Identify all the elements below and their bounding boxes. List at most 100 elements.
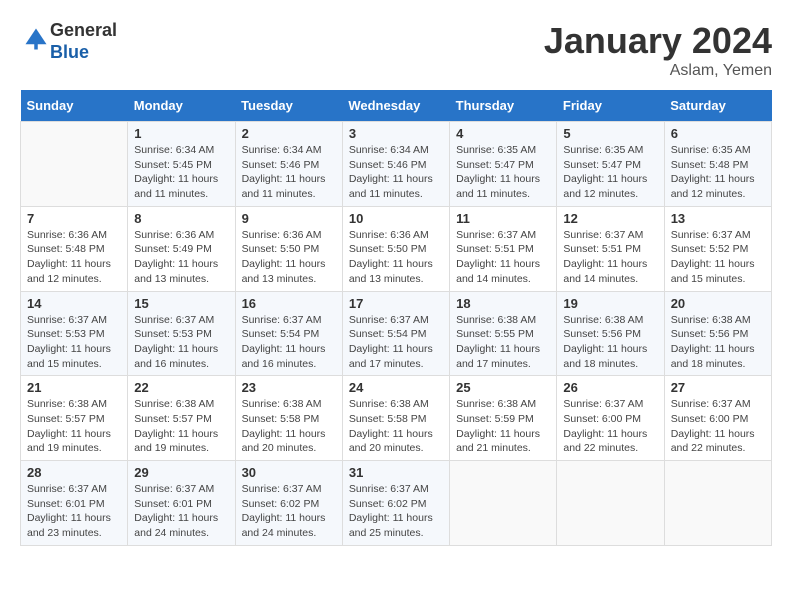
calendar-cell: 5Sunrise: 6:35 AM Sunset: 5:47 PM Daylig… xyxy=(557,122,664,207)
day-info: Sunrise: 6:37 AM Sunset: 6:00 PM Dayligh… xyxy=(563,397,657,456)
weekday-header: Tuesday xyxy=(235,90,342,122)
day-number: 6 xyxy=(671,126,765,141)
weekday-header: Sunday xyxy=(21,90,128,122)
weekday-header: Thursday xyxy=(450,90,557,122)
logo-icon xyxy=(22,25,50,53)
calendar-cell: 19 Sunrise: 6:38 AM Sunset: 5:56 PM Dayli… xyxy=(557,291,664,376)
day-info: Sunrise: 6:37 AM Sunset: 6:01 PM Dayligh… xyxy=(134,482,228,541)
day-number: 11 xyxy=(456,211,550,226)
calendar-cell: 12 Sunrise: 6:37 AM Sunset: 5:51 PM Dayli… xyxy=(557,206,664,291)
day-info: Sunrise: 6:37 AM Sunset: 5:53 PM Dayligh… xyxy=(27,313,121,372)
logo-general-text: General xyxy=(50,20,117,40)
calendar-cell: 23 Sunrise: 6:38 AM Sunset: 5:58 PM Dayli… xyxy=(235,376,342,461)
calendar-cell: 9Sunrise: 6:36 AM Sunset: 5:50 PM Daylig… xyxy=(235,206,342,291)
weekday-header-row: SundayMondayTuesdayWednesdayThursdayFrid… xyxy=(21,90,772,122)
weekday-header: Monday xyxy=(128,90,235,122)
calendar-cell: 1 Sunrise: 6:34 AM Sunset: 5:45 PM Daylig… xyxy=(128,122,235,207)
day-info: Sunrise: 6:36 AM Sunset: 5:49 PM Dayligh… xyxy=(134,228,228,287)
day-number: 19 xyxy=(563,296,657,311)
calendar-cell: 17 Sunrise: 6:37 AM Sunset: 5:54 PM Dayli… xyxy=(342,291,449,376)
day-info: Sunrise: 6:38 AM Sunset: 5:56 PM Dayligh… xyxy=(671,313,765,372)
day-number: 24 xyxy=(349,380,443,395)
day-number: 3 xyxy=(349,126,443,141)
day-info: Sunrise: 6:38 AM Sunset: 5:57 PM Dayligh… xyxy=(27,397,121,456)
calendar-week-row: 14Sunrise: 6:37 AM Sunset: 5:53 PM Dayli… xyxy=(21,291,772,376)
calendar-cell xyxy=(21,122,128,207)
calendar-cell xyxy=(557,461,664,546)
day-info: Sunrise: 6:34 AM Sunset: 5:45 PM Dayligh… xyxy=(134,143,228,202)
day-number: 2 xyxy=(242,126,336,141)
calendar-cell: 10Sunrise: 6:36 AM Sunset: 5:50 PM Dayli… xyxy=(342,206,449,291)
day-number: 17 xyxy=(349,296,443,311)
day-info: Sunrise: 6:37 AM Sunset: 6:01 PM Dayligh… xyxy=(27,482,121,541)
calendar-week-row: 28 Sunrise: 6:37 AM Sunset: 6:01 PM Dayli… xyxy=(21,461,772,546)
day-number: 20 xyxy=(671,296,765,311)
day-info: Sunrise: 6:37 AM Sunset: 5:53 PM Dayligh… xyxy=(134,313,228,372)
day-number: 4 xyxy=(456,126,550,141)
day-number: 18 xyxy=(456,296,550,311)
day-number: 1 xyxy=(134,126,228,141)
calendar-cell: 20 Sunrise: 6:38 AM Sunset: 5:56 PM Dayli… xyxy=(664,291,771,376)
day-info: Sunrise: 6:37 AM Sunset: 6:02 PM Dayligh… xyxy=(242,482,336,541)
day-info: Sunrise: 6:37 AM Sunset: 6:02 PM Dayligh… xyxy=(349,482,443,541)
calendar-cell: 18Sunrise: 6:38 AM Sunset: 5:55 PM Dayli… xyxy=(450,291,557,376)
day-info: Sunrise: 6:35 AM Sunset: 5:47 PM Dayligh… xyxy=(456,143,550,202)
day-number: 27 xyxy=(671,380,765,395)
day-number: 23 xyxy=(242,380,336,395)
day-number: 30 xyxy=(242,465,336,480)
weekday-header: Wednesday xyxy=(342,90,449,122)
calendar-cell: 25Sunrise: 6:38 AM Sunset: 5:59 PM Dayli… xyxy=(450,376,557,461)
weekday-header: Friday xyxy=(557,90,664,122)
day-number: 26 xyxy=(563,380,657,395)
calendar-cell: 11 Sunrise: 6:37 AM Sunset: 5:51 PM Dayli… xyxy=(450,206,557,291)
day-info: Sunrise: 6:36 AM Sunset: 5:50 PM Dayligh… xyxy=(242,228,336,287)
calendar-cell: 7 Sunrise: 6:36 AM Sunset: 5:48 PM Daylig… xyxy=(21,206,128,291)
calendar-cell: 2 Sunrise: 6:34 AM Sunset: 5:46 PM Daylig… xyxy=(235,122,342,207)
day-number: 29 xyxy=(134,465,228,480)
calendar-cell: 28 Sunrise: 6:37 AM Sunset: 6:01 PM Dayli… xyxy=(21,461,128,546)
day-info: Sunrise: 6:38 AM Sunset: 5:56 PM Dayligh… xyxy=(563,313,657,372)
day-number: 5 xyxy=(563,126,657,141)
day-info: Sunrise: 6:37 AM Sunset: 5:51 PM Dayligh… xyxy=(456,228,550,287)
day-number: 25 xyxy=(456,380,550,395)
calendar-cell: 27Sunrise: 6:37 AM Sunset: 6:00 PM Dayli… xyxy=(664,376,771,461)
day-info: Sunrise: 6:37 AM Sunset: 5:52 PM Dayligh… xyxy=(671,228,765,287)
day-info: Sunrise: 6:37 AM Sunset: 5:54 PM Dayligh… xyxy=(349,313,443,372)
calendar-week-row: 21 Sunrise: 6:38 AM Sunset: 5:57 PM Dayli… xyxy=(21,376,772,461)
logo: General Blue xyxy=(20,20,117,63)
calendar-cell: 31 Sunrise: 6:37 AM Sunset: 6:02 PM Dayli… xyxy=(342,461,449,546)
day-info: Sunrise: 6:36 AM Sunset: 5:50 PM Dayligh… xyxy=(349,228,443,287)
day-number: 22 xyxy=(134,380,228,395)
day-number: 12 xyxy=(563,211,657,226)
day-number: 21 xyxy=(27,380,121,395)
calendar-cell xyxy=(664,461,771,546)
day-number: 28 xyxy=(27,465,121,480)
day-number: 31 xyxy=(349,465,443,480)
location-subtitle: Aslam, Yemen xyxy=(544,62,772,80)
calendar-cell: 22Sunrise: 6:38 AM Sunset: 5:57 PM Dayli… xyxy=(128,376,235,461)
day-info: Sunrise: 6:34 AM Sunset: 5:46 PM Dayligh… xyxy=(242,143,336,202)
day-info: Sunrise: 6:36 AM Sunset: 5:48 PM Dayligh… xyxy=(27,228,121,287)
day-info: Sunrise: 6:38 AM Sunset: 5:58 PM Dayligh… xyxy=(349,397,443,456)
calendar-cell: 30 Sunrise: 6:37 AM Sunset: 6:02 PM Dayli… xyxy=(235,461,342,546)
title-block: January 2024 Aslam, Yemen xyxy=(544,20,772,80)
calendar-cell: 21 Sunrise: 6:38 AM Sunset: 5:57 PM Dayli… xyxy=(21,376,128,461)
day-number: 13 xyxy=(671,211,765,226)
day-number: 16 xyxy=(242,296,336,311)
calendar-cell: 8 Sunrise: 6:36 AM Sunset: 5:49 PM Daylig… xyxy=(128,206,235,291)
day-info: Sunrise: 6:35 AM Sunset: 5:48 PM Dayligh… xyxy=(671,143,765,202)
calendar-cell: 13 Sunrise: 6:37 AM Sunset: 5:52 PM Dayli… xyxy=(664,206,771,291)
logo-blue-text: Blue xyxy=(50,42,89,62)
day-number: 8 xyxy=(134,211,228,226)
day-info: Sunrise: 6:37 AM Sunset: 5:51 PM Dayligh… xyxy=(563,228,657,287)
month-title: January 2024 xyxy=(544,20,772,62)
calendar-cell: 29 Sunrise: 6:37 AM Sunset: 6:01 PM Dayli… xyxy=(128,461,235,546)
calendar-week-row: 1 Sunrise: 6:34 AM Sunset: 5:45 PM Daylig… xyxy=(21,122,772,207)
calendar-cell: 6 Sunrise: 6:35 AM Sunset: 5:48 PM Daylig… xyxy=(664,122,771,207)
day-info: Sunrise: 6:38 AM Sunset: 5:58 PM Dayligh… xyxy=(242,397,336,456)
calendar-cell: 3Sunrise: 6:34 AM Sunset: 5:46 PM Daylig… xyxy=(342,122,449,207)
calendar-table: SundayMondayTuesdayWednesdayThursdayFrid… xyxy=(20,90,772,546)
calendar-cell: 26 Sunrise: 6:37 AM Sunset: 6:00 PM Dayli… xyxy=(557,376,664,461)
weekday-header: Saturday xyxy=(664,90,771,122)
day-number: 7 xyxy=(27,211,121,226)
